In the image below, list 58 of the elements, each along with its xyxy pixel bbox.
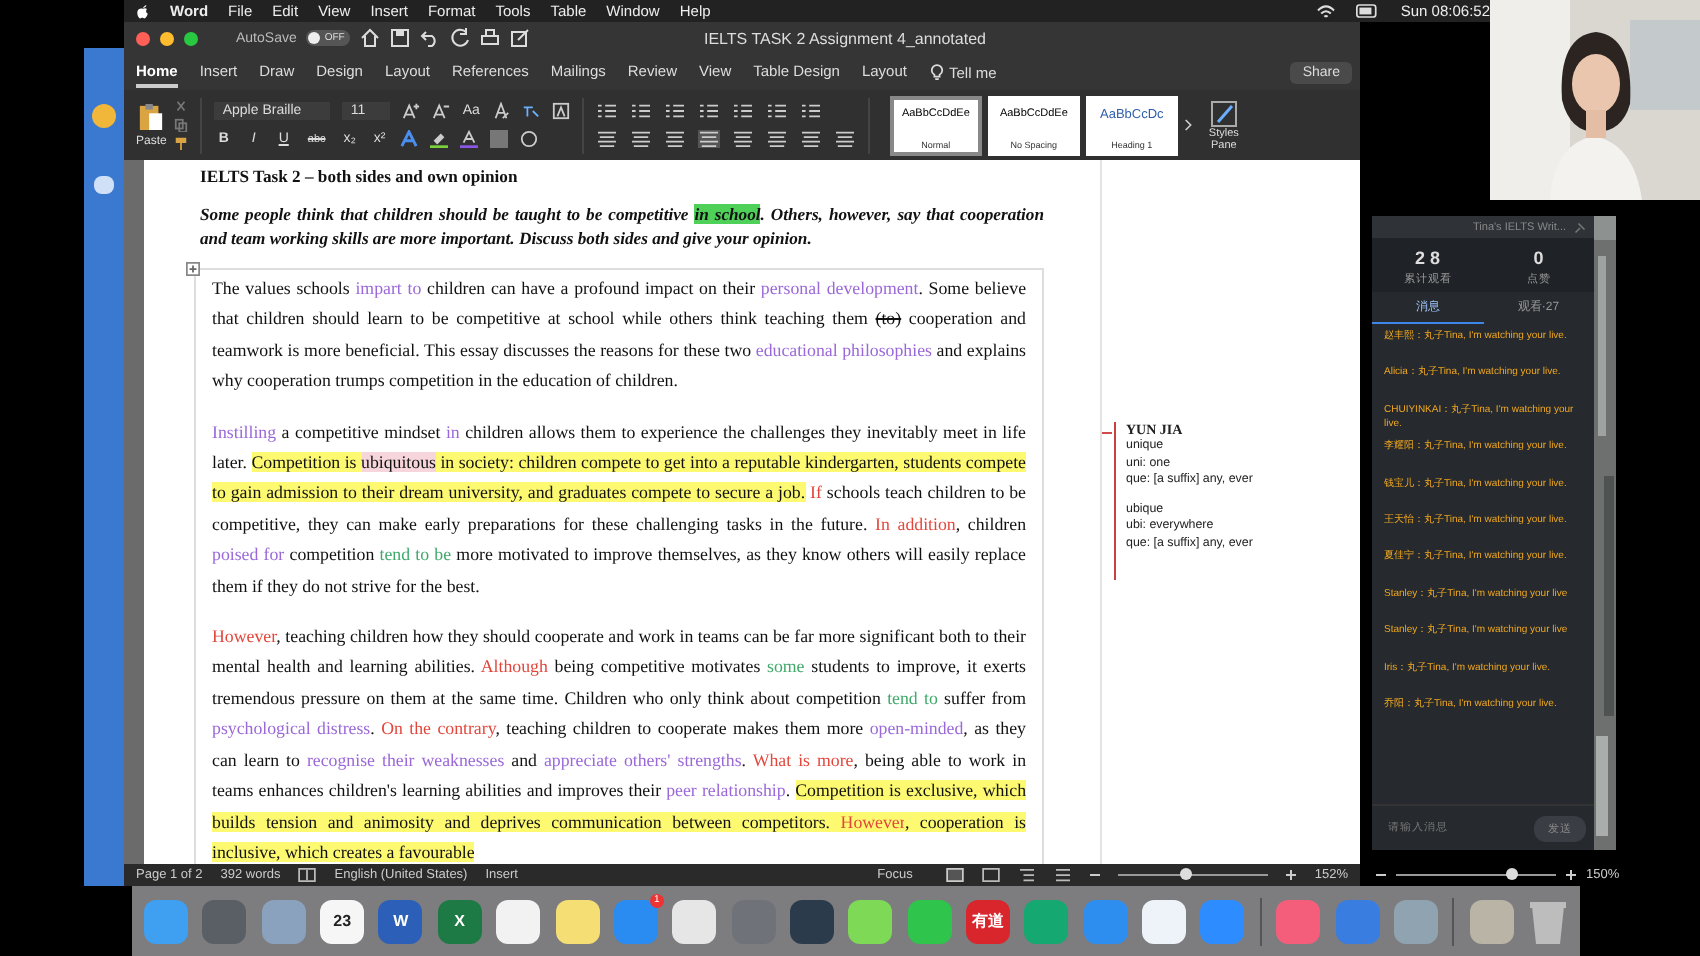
print-icon[interactable] (480, 28, 501, 48)
numbering-icon[interactable] (629, 102, 652, 120)
align-center-icon[interactable] (629, 130, 652, 148)
text-effects-icon[interactable] (400, 130, 419, 148)
chevron-right-icon[interactable] (1183, 118, 1194, 132)
align-right-icon[interactable] (663, 130, 686, 148)
wifi-icon[interactable] (1316, 3, 1337, 19)
bullets-icon[interactable] (595, 102, 618, 120)
app-icon[interactable]: 有道 (966, 899, 1011, 943)
redo-icon[interactable] (450, 28, 471, 48)
shrink-font-icon[interactable] (432, 102, 451, 120)
window-title: IELTS TASK 2 Assignment 4_annotated (704, 29, 986, 47)
edit-icon[interactable] (510, 28, 531, 48)
outline-view-icon[interactable] (1018, 868, 1037, 882)
battery-icon[interactable] (1356, 4, 1381, 18)
web-layout-icon[interactable] (982, 868, 1001, 882)
justify-icon[interactable] (697, 130, 720, 148)
essay-paragraph: However, teaching children how they should cooperate and work in teams can be far more significant both to their mental health and learning abilities. Although being competitive motivates some students to improve, it exerts tremendous pressure on them at the same time. Children who only think about competition tend to suffer from psychological distress. On the contrary, teaching children to cooperate makes them more open-minded, as they can learn to recognise their weaknesses and appreciate others' strengths. What is more, being able to work in teams enhances children's learning abilities and improves their peer relationship. Competition is exclusive, which builds tension and animosity and deprives communication between competitors. However, cooperation is inclusive, which creates a favourable (212, 624, 1026, 864)
stat-value: 2 8 (1414, 248, 1440, 268)
font-color-icon[interactable] (460, 130, 479, 148)
app-icon[interactable]: X (437, 899, 482, 943)
proofing-icon[interactable] (298, 868, 317, 882)
essay-paragraph: The values schools impart to children can have a profound impact on their personal development. Some believe that children should learn to be competitive at school while others think teaching them (to) cooperation and teamwork is more beneficial. This essay discusses the reasons for these two educational philosophies and explains why cooperation trumps competition in the education of children. (212, 276, 1026, 395)
print-layout-icon[interactable] (946, 868, 965, 882)
clipboard-icon[interactable] (138, 102, 165, 132)
apple-icon[interactable] (136, 3, 150, 19)
undo-icon[interactable] (420, 28, 441, 48)
app-icon[interactable] (555, 899, 600, 943)
clear-formatting-icon[interactable] (491, 102, 510, 120)
character-border-icon[interactable] (551, 102, 570, 120)
enclose-icon[interactable] (520, 130, 539, 148)
grow-font-icon[interactable] (402, 102, 421, 120)
app-icon[interactable] (789, 899, 834, 943)
close-button[interactable] (136, 31, 150, 45)
stat-value: 0 (1533, 248, 1544, 268)
chat-bubble-icon[interactable] (94, 176, 114, 194)
document-heading: IELTS Task 2 – both sides and own opinion (200, 166, 520, 186)
format-painter-icon[interactable] (174, 136, 189, 150)
align-left-icon[interactable] (595, 130, 618, 148)
app-icon[interactable]: 23 (320, 899, 365, 943)
app-icon[interactable]: W (378, 899, 423, 943)
highlighter-icon[interactable] (430, 130, 449, 148)
lightbulb-icon (929, 63, 943, 81)
app-icon[interactable] (672, 899, 717, 943)
app-icon[interactable] (496, 899, 541, 943)
cut-icon[interactable] (174, 100, 189, 114)
table-move-handle-icon[interactable] (186, 262, 200, 276)
styles-pane-icon[interactable] (1209, 99, 1238, 127)
home-icon[interactable] (360, 28, 381, 48)
minimize-button[interactable] (160, 31, 174, 45)
zoom-button[interactable] (184, 31, 198, 45)
copy-icon[interactable] (174, 118, 189, 132)
phonetic-guide-icon[interactable] (521, 102, 540, 120)
pin-icon[interactable] (1574, 221, 1586, 233)
app-icon[interactable] (1142, 899, 1187, 943)
draft-view-icon[interactable] (1054, 868, 1073, 882)
essay-paragraph: Instilling a competitive mindset in children allows them to experience the challenges they inevitably meet in life later. Competition is ubiquitous in society: children compete to get into a reputable kindergarten, students compete to gain admission to their dream university, and graduates compete to secure a job. If schools teach children to be competitive, they can make early preparations for these challenging tasks in the future. In addition, children poised for competition tend to be more motivated to improve themselves, as they know others will easily replace them if they do not strive for the best. (212, 419, 1026, 600)
save-icon[interactable] (390, 28, 411, 48)
